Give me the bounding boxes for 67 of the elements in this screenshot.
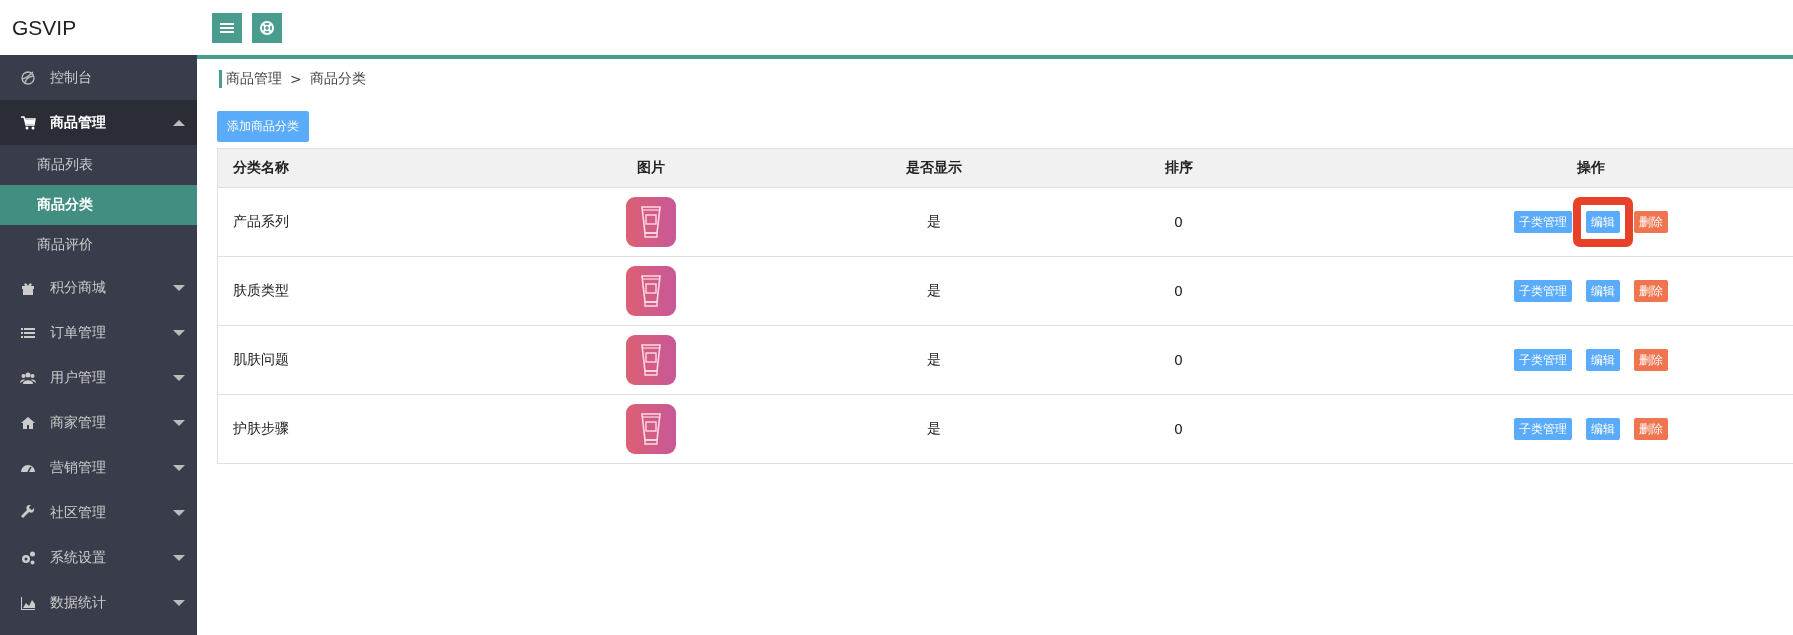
table-cell-text: 是 bbox=[925, 351, 942, 369]
breadcrumb-item[interactable]: 商品分类 bbox=[309, 70, 366, 88]
caret-icon bbox=[173, 283, 185, 292]
sidebar-item[interactable]: 营销管理 bbox=[0, 445, 197, 490]
breadcrumb-separator: > bbox=[290, 71, 302, 87]
gears-icon bbox=[20, 549, 36, 566]
sidebar-item[interactable]: 积分商城 bbox=[0, 265, 197, 310]
submenu-item[interactable]: 商品评价 bbox=[0, 225, 197, 265]
sidebar-item[interactable]: 数据统计 bbox=[0, 580, 197, 625]
table-cell-text: 0 bbox=[1173, 214, 1184, 230]
lifebuoy-icon bbox=[259, 19, 275, 36]
sidebar-item[interactable]: 控制台 bbox=[0, 55, 197, 100]
sidebar-label: 商家管理 bbox=[50, 413, 107, 432]
wrench-icon bbox=[20, 504, 36, 521]
column-header: 图片 bbox=[636, 159, 666, 177]
table-cell-text: 是 bbox=[925, 282, 942, 300]
tube-icon bbox=[626, 197, 676, 247]
sidebar-label: 用户管理 bbox=[50, 368, 107, 387]
table-cell-text: 0 bbox=[1173, 421, 1184, 437]
sidebar-label: 积分商城 bbox=[50, 278, 107, 297]
table-cell-text: 产品系列 bbox=[232, 213, 290, 231]
column-header: 操作 bbox=[1576, 159, 1606, 177]
caret-icon bbox=[173, 418, 185, 427]
table-cell-text: 0 bbox=[1173, 352, 1184, 368]
sidebar-label: 数据统计 bbox=[50, 593, 107, 612]
table-cell-text: 肤质类型 bbox=[232, 282, 290, 300]
column-header: 分类名称 bbox=[232, 159, 290, 177]
caret-icon bbox=[173, 463, 185, 472]
sidebar-label: 社区管理 bbox=[50, 503, 107, 522]
chart-icon bbox=[20, 594, 36, 611]
sidebar-label: 营销管理 bbox=[50, 458, 107, 477]
table-cell-text: 是 bbox=[925, 213, 942, 231]
help-button[interactable] bbox=[252, 12, 282, 43]
breadcrumb-item[interactable]: 商品管理 bbox=[219, 70, 282, 88]
caret-icon bbox=[173, 508, 185, 517]
table-cell-text: 是 bbox=[925, 420, 942, 438]
caret-icon bbox=[173, 598, 185, 607]
column-header: 排序 bbox=[1163, 159, 1194, 177]
sidebar-item[interactable]: 订单管理 bbox=[0, 310, 197, 355]
tube-icon bbox=[626, 404, 676, 454]
tube-icon bbox=[626, 335, 676, 385]
caret-icon bbox=[173, 553, 185, 562]
sidebar-item[interactable]: 用户管理 bbox=[0, 355, 197, 400]
table-cell-text: 护肤步骤 bbox=[232, 420, 290, 438]
globe-icon bbox=[20, 69, 36, 86]
table-cell-text: 肌肤问题 bbox=[232, 351, 290, 369]
menu-icon bbox=[220, 21, 234, 34]
submenu-item[interactable]: 商品列表 bbox=[0, 145, 197, 185]
sidebar-label: 控制台 bbox=[50, 68, 93, 87]
column-header: 是否显示 bbox=[904, 159, 963, 177]
brand-logo: GSVIP bbox=[11, 15, 78, 40]
sidebar-label: 商品管理 bbox=[50, 113, 107, 132]
caret-icon bbox=[173, 328, 185, 337]
sidebar-item[interactable]: 商品管理 bbox=[0, 100, 197, 145]
caret-icon bbox=[173, 118, 185, 127]
tube-icon bbox=[626, 266, 676, 316]
sidebar-item[interactable]: 系统设置 bbox=[0, 535, 197, 580]
home-icon bbox=[20, 414, 36, 431]
sidebar-item[interactable]: 商家管理 bbox=[0, 400, 197, 445]
table-cell-text: 0 bbox=[1173, 283, 1184, 299]
sidebar-label: 订单管理 bbox=[50, 323, 107, 342]
cart-icon bbox=[20, 114, 36, 131]
sidebar-item[interactable]: 社区管理 bbox=[0, 490, 197, 535]
menu-button[interactable] bbox=[212, 12, 242, 43]
sidebar-label: 系统设置 bbox=[50, 548, 107, 567]
submenu-item[interactable]: 商品分类 bbox=[0, 185, 197, 225]
caret-icon bbox=[173, 373, 185, 382]
